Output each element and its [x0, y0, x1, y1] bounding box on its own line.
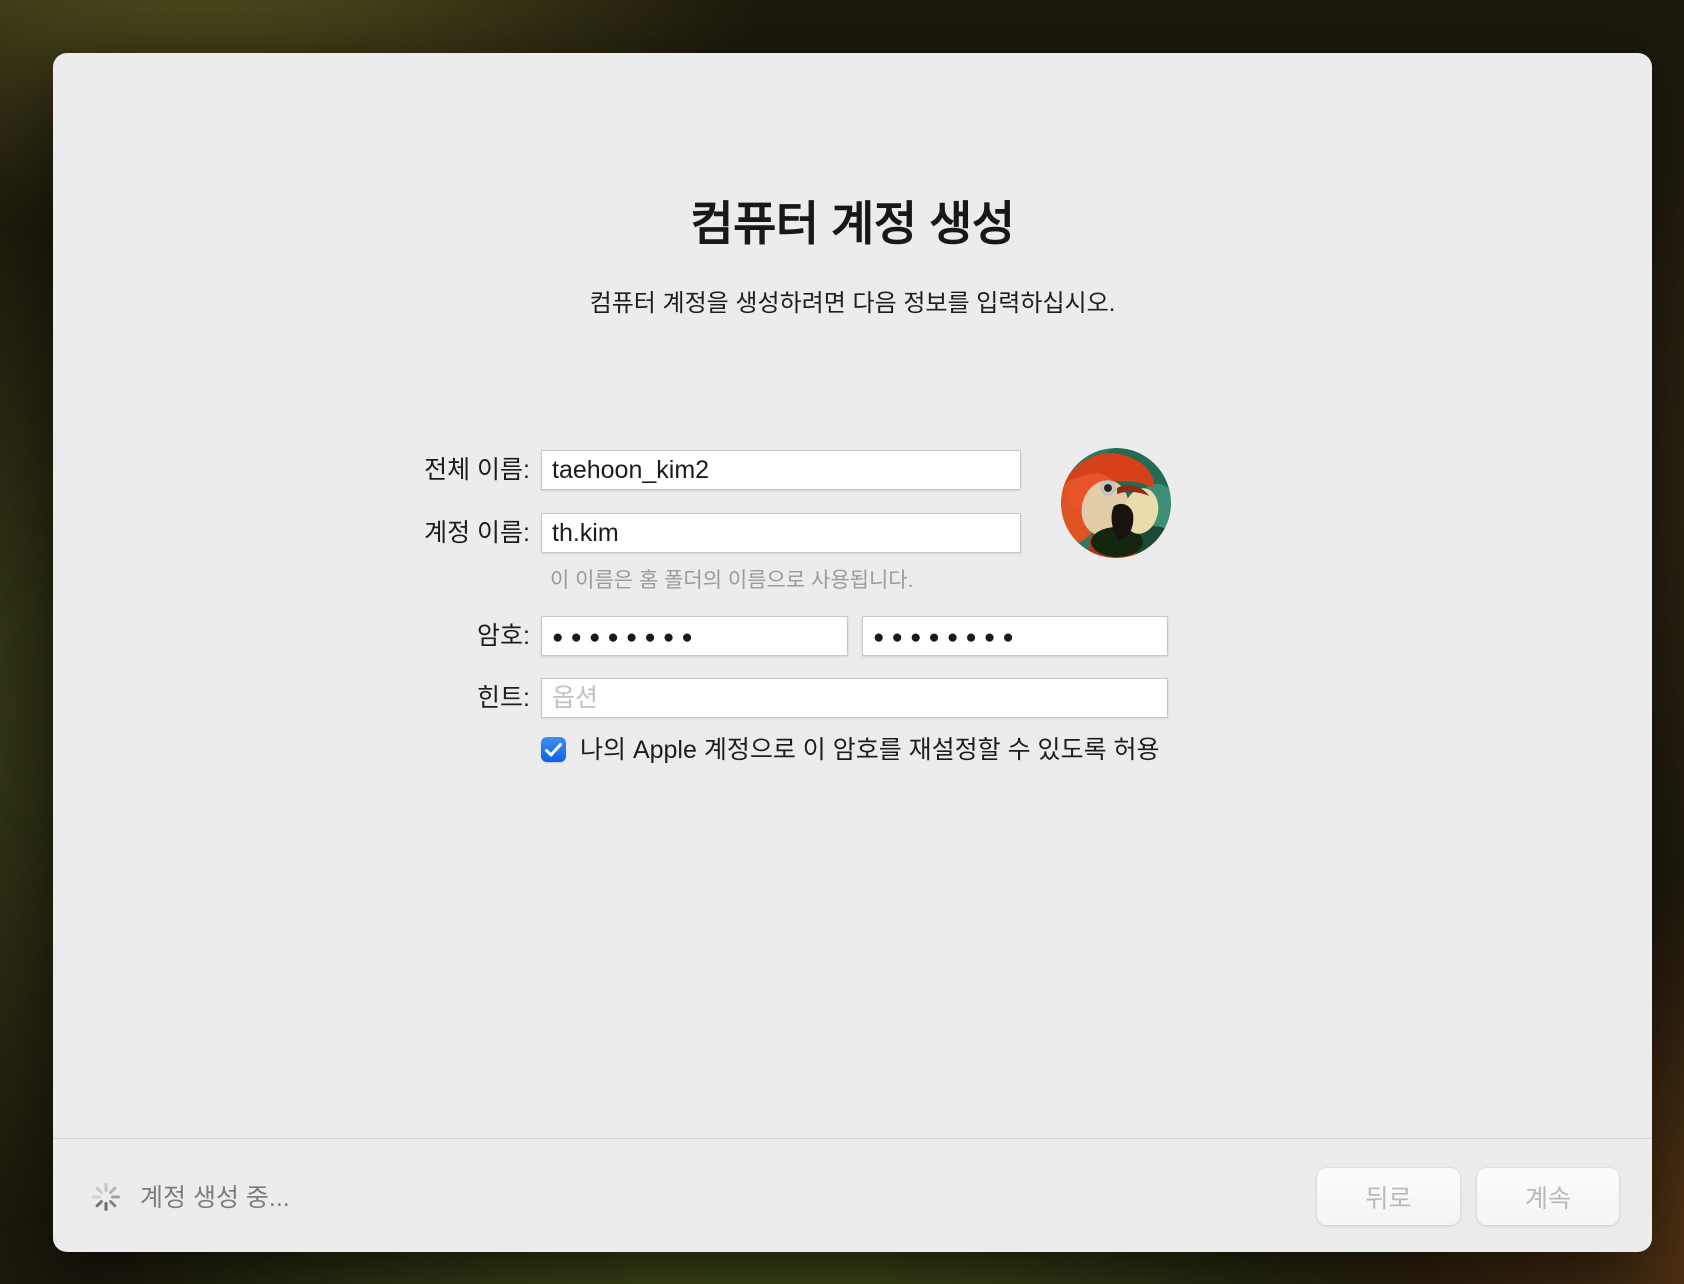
checkmark-icon — [545, 743, 562, 757]
password-verify-input[interactable] — [862, 616, 1168, 656]
full-name-label: 전체 이름: — [290, 455, 530, 485]
account-name-input[interactable] — [541, 513, 1021, 553]
status-text: 계정 생성 중... — [140, 1183, 290, 1213]
desktop-background: { "window": { "title": "컴퓨터 계정 생성", "sub… — [0, 0, 1684, 1284]
password-input[interactable] — [541, 616, 848, 656]
account-name-label: 계정 이름: — [290, 518, 530, 548]
hint-input[interactable] — [541, 678, 1168, 718]
page-title: 컴퓨터 계정 생성 — [53, 185, 1652, 254]
hint-label: 힌트: — [290, 683, 530, 713]
progress-spinner-icon — [90, 1181, 122, 1213]
password-label: 암호: — [290, 621, 530, 651]
apple-reset-checkbox[interactable] — [541, 737, 566, 762]
account-name-helper: 이 이름은 홈 폴더의 이름으로 사용됩니다. — [550, 564, 913, 594]
footer-divider — [53, 1138, 1652, 1139]
continue-button[interactable]: 계속 — [1477, 1168, 1619, 1225]
parrot-avatar-image — [1061, 448, 1171, 558]
account-avatar[interactable] — [1061, 448, 1171, 558]
create-account-dialog: 컴퓨터 계정 생성 컴퓨터 계정을 생성하려면 다음 정보를 입력하십시오. 전… — [53, 53, 1652, 1252]
page-subtitle: 컴퓨터 계정을 생성하려면 다음 정보를 입력하십시오. — [53, 283, 1652, 318]
apple-reset-checkbox-label: 나의 Apple 계정으로 이 암호를 재설정할 수 있도록 허용 — [580, 737, 1160, 763]
full-name-input[interactable] — [541, 450, 1021, 490]
back-button[interactable]: 뒤로 — [1317, 1168, 1460, 1225]
